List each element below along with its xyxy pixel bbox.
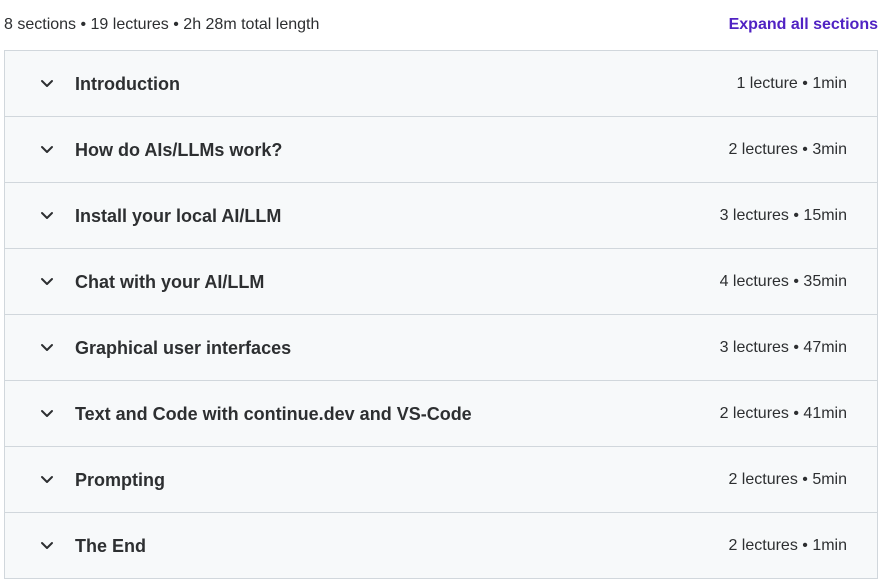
chevron-down-icon	[39, 339, 55, 355]
section-title: Introduction	[75, 74, 180, 94]
section-panel-the-end[interactable]: The End 2 lectures • 1min	[5, 513, 877, 578]
section-title: Prompting	[75, 470, 165, 490]
section-title: Text and Code with continue.dev and VS-C…	[75, 404, 472, 424]
chevron-down-icon	[39, 537, 55, 553]
section-title: Graphical user interfaces	[75, 338, 292, 358]
curriculum-section-list: Introduction 1 lecture • 1min How do AIs…	[4, 50, 878, 579]
section-title: Chat with your AI/LLM	[75, 272, 265, 292]
expand-all-sections-button[interactable]: Expand all sections	[729, 14, 878, 36]
section-content-summary: 4 lectures • 35min	[719, 273, 847, 290]
section-content-summary: 3 lectures • 47min	[719, 339, 847, 356]
section-content-summary: 2 lectures • 41min	[719, 405, 847, 422]
chevron-down-icon	[39, 405, 55, 421]
chevron-down-icon	[39, 273, 55, 289]
section-panel-text-and-code[interactable]: Text and Code with continue.dev and VS-C…	[5, 381, 877, 447]
section-title: The End	[75, 536, 146, 556]
section-content-summary: 3 lectures • 15min	[719, 207, 847, 224]
section-panel-how-do-ais-llms-work[interactable]: How do AIs/LLMs work? 2 lectures • 3min	[5, 117, 877, 183]
section-content-summary: 1 lecture • 1min	[736, 75, 847, 92]
section-content-summary: 2 lectures • 5min	[728, 471, 847, 488]
section-panel-prompting[interactable]: Prompting 2 lectures • 5min	[5, 447, 877, 513]
chevron-down-icon	[39, 75, 55, 91]
section-panel-introduction[interactable]: Introduction 1 lecture • 1min	[5, 51, 877, 117]
section-panel-chat-with-ai[interactable]: Chat with your AI/LLM 4 lectures • 35min	[5, 249, 877, 315]
chevron-down-icon	[39, 471, 55, 487]
chevron-down-icon	[39, 141, 55, 157]
curriculum-header: 8 sections • 19 lectures • 2h 28m total …	[0, 0, 882, 50]
section-content-summary: 2 lectures • 1min	[728, 537, 847, 554]
section-panel-graphical-user-interfaces[interactable]: Graphical user interfaces 3 lectures • 4…	[5, 315, 877, 381]
section-content-summary: 2 lectures • 3min	[728, 141, 847, 158]
section-panel-install-local-ai[interactable]: Install your local AI/LLM 3 lectures • 1…	[5, 183, 877, 249]
section-title: Install your local AI/LLM	[75, 206, 282, 226]
chevron-down-icon	[39, 207, 55, 223]
curriculum-summary: 8 sections • 19 lectures • 2h 28m total …	[4, 16, 320, 33]
section-title: How do AIs/LLMs work?	[75, 140, 283, 160]
